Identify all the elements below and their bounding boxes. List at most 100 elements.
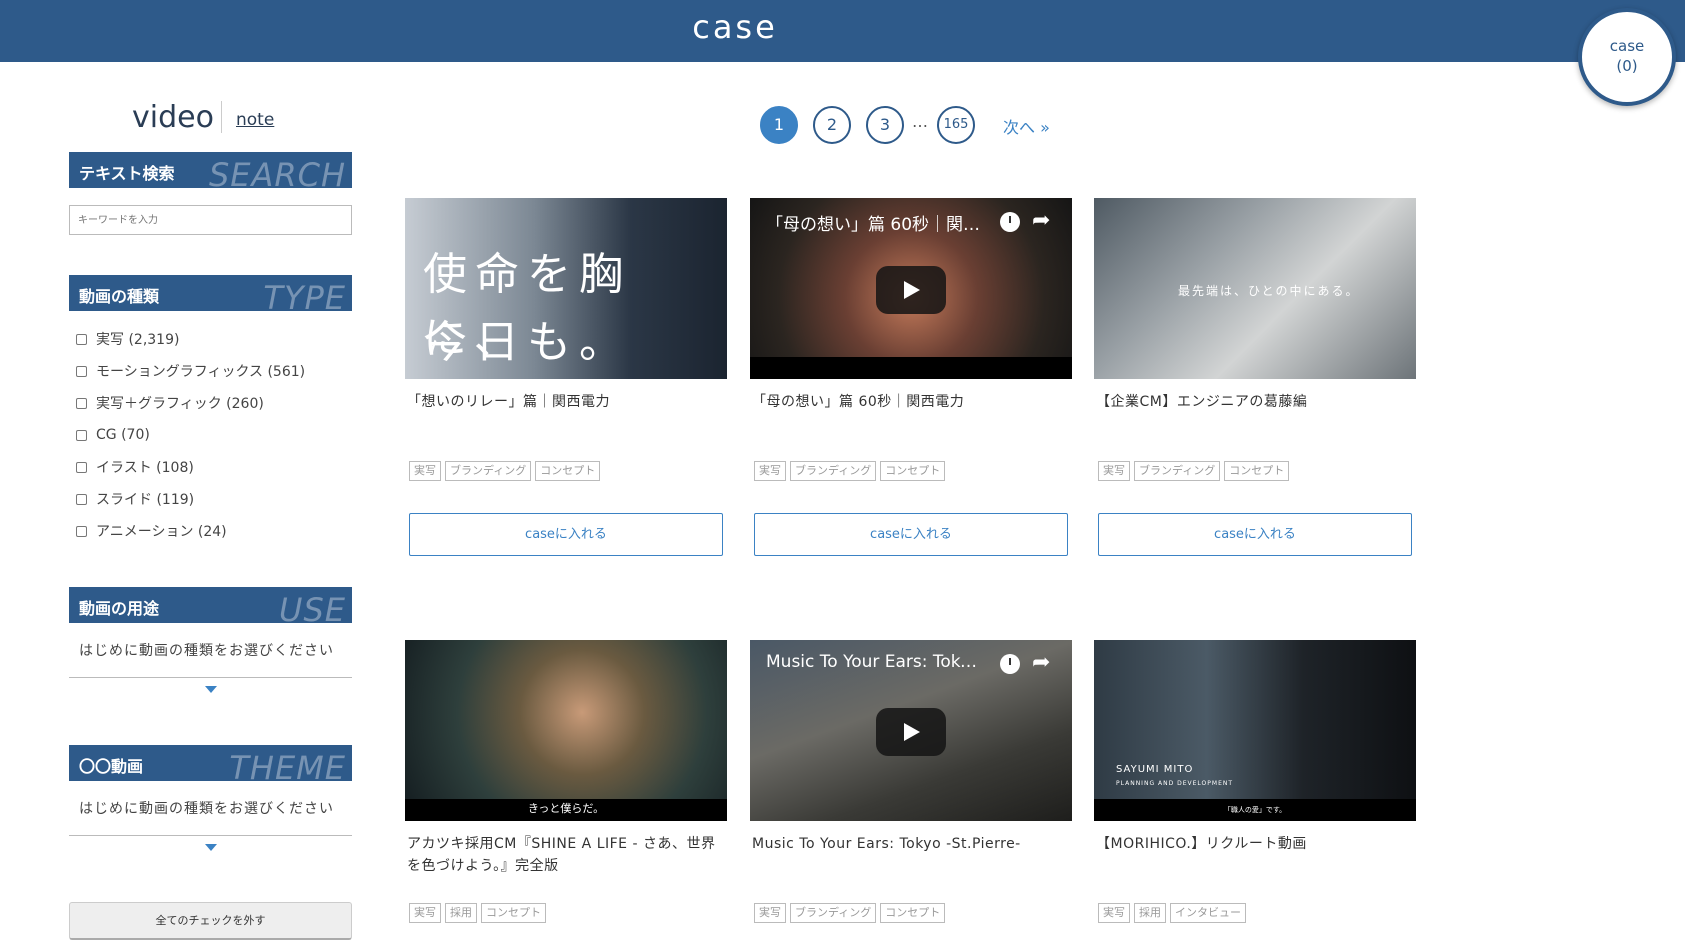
tag[interactable]: 実写 [1098, 461, 1130, 481]
add-to-case-button[interactable]: caseに入れる [1098, 513, 1412, 556]
tag[interactable]: 採用 [1134, 903, 1166, 923]
top-header-bar: case [0, 0, 1685, 62]
type-option-label: 実写 (2,319) [96, 332, 180, 348]
search-section-title: テキスト検索 [79, 164, 175, 183]
add-to-case-button[interactable]: caseに入れる [409, 513, 723, 556]
tab-video[interactable]: video [132, 100, 214, 135]
tag-list: 実写 採用 インタビュー [1094, 903, 1416, 925]
watch-later-icon[interactable] [1000, 654, 1020, 674]
tag[interactable]: コンセプト [880, 461, 946, 481]
tag[interactable]: ブランディング [790, 903, 877, 923]
tag[interactable]: コンセプト [880, 903, 946, 923]
video-card: きっと僕らだ。 アカツキ採用CM『SHINE A LIFE - さあ、世界を色づ… [405, 640, 727, 925]
tag[interactable]: 実写 [409, 903, 441, 923]
video-thumbnail[interactable]: 「母の想い」篇 60秒｜関西電力 ➦ [750, 198, 1072, 379]
video-thumbnail[interactable]: 最先端は、ひとの中にある。 [1094, 198, 1416, 379]
use-select-prompt: はじめに動画の種類をお選びください [79, 643, 334, 659]
tag[interactable]: ブランディング [445, 461, 532, 481]
pagination-ellipsis: … [912, 112, 928, 131]
theme-select[interactable]: はじめに動画の種類をお選びください [69, 781, 352, 836]
checkbox[interactable] [76, 525, 87, 537]
tag[interactable]: コンセプト [481, 903, 546, 923]
tag-list: 実写 ブランディング コンセプト [405, 461, 727, 483]
theme-expand-arrow-icon[interactable] [204, 844, 217, 851]
video-thumbnail[interactable]: Music To Your Ears: Tokyo -St.Pierre- ➦ [750, 640, 1072, 821]
tab-note[interactable]: note [236, 110, 274, 130]
search-section-subtitle: SEARCH [208, 156, 346, 188]
video-card: 最先端は、ひとの中にある。 【企業CM】エンジニアの葛藤編 実写 ブランディング… [1094, 198, 1416, 556]
type-option[interactable]: 実写＋グラフィック (260) [69, 387, 352, 419]
type-option-label: モーショングラフィックス (561) [96, 364, 306, 380]
play-icon[interactable] [876, 708, 946, 756]
tag[interactable]: 採用 [445, 903, 477, 923]
keyword-search-input[interactable] [69, 205, 352, 235]
person-name-caption: SAYUMI MITO [1116, 764, 1194, 775]
type-option[interactable]: CG (70) [69, 419, 352, 451]
video-title[interactable]: 「母の想い」篇 60秒｜関西電力 [750, 391, 1072, 461]
case-basket-count: (0) [1616, 57, 1638, 75]
video-title[interactable]: 【MORIHICO.】リクルート動画 [1094, 833, 1416, 903]
use-select[interactable]: はじめに動画の種類をお選びください [69, 623, 352, 678]
player-video-title: Music To Your Ears: Tokyo -St.Pierre- [766, 652, 986, 672]
type-option-label: アニメーション (24) [96, 524, 227, 540]
tag[interactable]: コンセプト [1224, 461, 1290, 481]
checkbox[interactable] [76, 397, 87, 409]
page-2-button[interactable]: 2 [813, 106, 851, 144]
tag[interactable]: ブランディング [790, 461, 877, 481]
type-option-label: 実写＋グラフィック (260) [96, 396, 264, 412]
page-1-button[interactable]: 1 [760, 106, 798, 144]
thumbnail-caption: 最先端は、ひとの中にある。 [1178, 284, 1360, 298]
use-expand-arrow-icon[interactable] [204, 686, 217, 693]
watch-later-icon[interactable] [1000, 212, 1020, 232]
type-option[interactable]: イラスト (108) [69, 451, 352, 483]
use-section-title: 動画の用途 [79, 599, 160, 618]
add-to-case-button[interactable]: caseに入れる [754, 513, 1068, 556]
type-checkbox-list: 実写 (2,319) モーショングラフィックス (561) 実写＋グラフィック … [69, 323, 352, 547]
use-section-header: 動画の用途 USE [69, 587, 352, 623]
share-icon[interactable]: ➦ [1032, 208, 1050, 233]
checkbox[interactable] [76, 429, 87, 441]
tag[interactable]: ブランディング [1134, 461, 1221, 481]
type-section-title: 動画の種類 [79, 287, 160, 306]
tag[interactable]: 実写 [754, 903, 786, 923]
video-title[interactable]: Music To Your Ears: Tokyo -St.Pierre- [750, 833, 1072, 903]
video-title[interactable]: アカツキ採用CM『SHINE A LIFE - さあ、世界を色づけよう。』完全版 [405, 833, 727, 903]
case-basket-label: case [1609, 37, 1645, 55]
video-subtitle: 「職人の愛」です。 [1223, 806, 1287, 814]
tag-list: 実写 ブランディング コンセプト [750, 903, 1072, 925]
video-thumbnail[interactable]: SAYUMI MITO PLANNING AND DEVELOPMENT 「職人… [1094, 640, 1416, 821]
tag[interactable]: インタビュー [1170, 903, 1246, 923]
video-title[interactable]: 「想いのリレー」篇｜関西電力 [405, 391, 727, 461]
tag[interactable]: 実写 [754, 461, 786, 481]
video-subtitle: きっと僕らだ。 [527, 802, 605, 815]
type-option[interactable]: 実写 (2,319) [69, 323, 352, 355]
clear-all-checks-button[interactable]: 全てのチェックを外す [69, 902, 352, 940]
site-brand[interactable]: case [0, 8, 1470, 46]
next-page-link[interactable]: 次へ » [1003, 114, 1050, 138]
type-option[interactable]: アニメーション (24) [69, 515, 352, 547]
search-section-header: テキスト検索 SEARCH [69, 152, 352, 188]
tab-divider [221, 101, 222, 133]
video-thumbnail[interactable]: 使命を胸に、 今日も。 [405, 198, 727, 379]
checkbox[interactable] [76, 365, 87, 377]
video-thumbnail[interactable]: きっと僕らだ。 [405, 640, 727, 821]
video-card: Music To Your Ears: Tokyo -St.Pierre- ➦ … [750, 640, 1072, 925]
video-title[interactable]: 【企業CM】エンジニアの葛藤編 [1094, 391, 1416, 461]
tag[interactable]: 実写 [409, 461, 441, 481]
type-option[interactable]: スライド (119) [69, 483, 352, 515]
type-option-label: CG (70) [96, 427, 150, 443]
checkbox[interactable] [76, 493, 87, 505]
checkbox[interactable] [76, 333, 87, 345]
letterbox-bar [750, 357, 1072, 379]
share-icon[interactable]: ➦ [1032, 650, 1050, 675]
page-3-button[interactable]: 3 [866, 106, 904, 144]
case-basket-button[interactable]: case (0) [1578, 8, 1676, 106]
play-icon[interactable] [876, 266, 946, 314]
media-tabs: video note [69, 95, 352, 143]
video-card: 使命を胸に、 今日も。 「想いのリレー」篇｜関西電力 実写 ブランディング コン… [405, 198, 727, 556]
tag[interactable]: コンセプト [535, 461, 601, 481]
type-option[interactable]: モーショングラフィックス (561) [69, 355, 352, 387]
checkbox[interactable] [76, 461, 87, 473]
page-last-button[interactable]: 165 [937, 106, 975, 144]
tag[interactable]: 実写 [1098, 903, 1130, 923]
